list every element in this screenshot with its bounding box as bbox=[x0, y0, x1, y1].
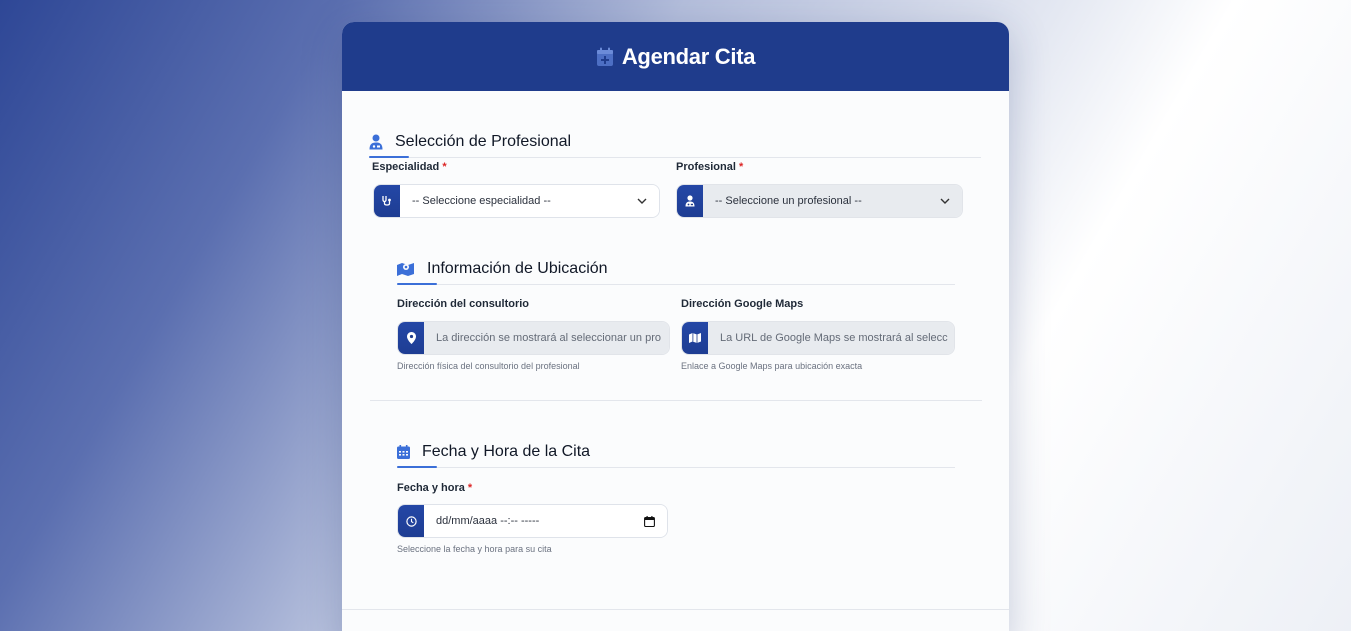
page-title: Agendar Cita bbox=[621, 43, 756, 69]
especialidad-select[interactable]: -- Seleccione especialidad -- bbox=[373, 184, 660, 218]
calendar-icon bbox=[397, 445, 410, 459]
appointment-card: Agendar Cita Selección de Profesional Es… bbox=[342, 22, 1009, 631]
map-location-icon bbox=[397, 262, 415, 276]
map-pin-icon bbox=[398, 322, 424, 354]
direccion-placeholder: La dirección se mostrará al seleccionar … bbox=[436, 332, 662, 344]
user-doctor-icon bbox=[369, 134, 383, 150]
stethoscope-icon bbox=[374, 185, 400, 217]
direccion-hint: Dirección física del consultorio del pro… bbox=[397, 361, 580, 371]
section-accent bbox=[397, 466, 437, 468]
section-accent bbox=[369, 156, 409, 158]
calendar-picker-icon[interactable] bbox=[644, 515, 655, 527]
chevron-down-icon bbox=[637, 198, 647, 204]
section-divider bbox=[397, 467, 955, 468]
especialidad-label: Especialidad * bbox=[372, 161, 447, 173]
direccion-label: Dirección del consultorio bbox=[397, 298, 530, 310]
user-doctor-icon bbox=[677, 185, 703, 217]
section-title-text: Información de Ubicación bbox=[427, 260, 608, 277]
maps-url-field[interactable]: La URL de Google Maps se mostrará al sel… bbox=[681, 321, 955, 355]
section-divider bbox=[369, 157, 981, 158]
section-separator bbox=[370, 400, 982, 401]
especialidad-value: -- Seleccione especialidad -- bbox=[412, 195, 551, 207]
footer-separator bbox=[342, 609, 1009, 610]
fecha-hora-input[interactable]: dd/mm/aaaa --:-- ----- bbox=[397, 504, 668, 538]
fecha-hora-value: dd/mm/aaaa --:-- ----- bbox=[436, 515, 540, 527]
map-icon bbox=[682, 322, 708, 354]
fecha-hora-hint: Seleccione la fecha y hora para su cita bbox=[397, 544, 552, 554]
section-title-text: Fecha y Hora de la Cita bbox=[422, 443, 591, 460]
profesional-label: Profesional * bbox=[676, 161, 744, 173]
section-title-profesional: Selección de Profesional bbox=[369, 133, 571, 151]
section-divider bbox=[397, 284, 955, 285]
calendar-plus-icon bbox=[596, 47, 614, 67]
section-title-text: Selección de Profesional bbox=[395, 133, 572, 150]
clock-icon bbox=[398, 505, 424, 537]
profesional-value: -- Seleccione un profesional -- bbox=[715, 195, 862, 207]
maps-hint: Enlace a Google Maps para ubicación exac… bbox=[681, 361, 863, 371]
section-title-ubicacion: Información de Ubicación bbox=[397, 260, 608, 278]
card-header: Agendar Cita bbox=[342, 22, 1009, 91]
chevron-down-icon bbox=[940, 198, 950, 204]
section-title-fecha: Fecha y Hora de la Cita bbox=[397, 443, 590, 461]
maps-placeholder: La URL de Google Maps se mostrará al sel… bbox=[720, 332, 948, 344]
maps-label: Dirección Google Maps bbox=[681, 298, 804, 310]
direccion-field[interactable]: La dirección se mostrará al seleccionar … bbox=[397, 321, 670, 355]
section-accent bbox=[397, 283, 437, 285]
fecha-hora-label: Fecha y hora * bbox=[397, 482, 473, 494]
profesional-select[interactable]: -- Seleccione un profesional -- bbox=[676, 184, 963, 218]
